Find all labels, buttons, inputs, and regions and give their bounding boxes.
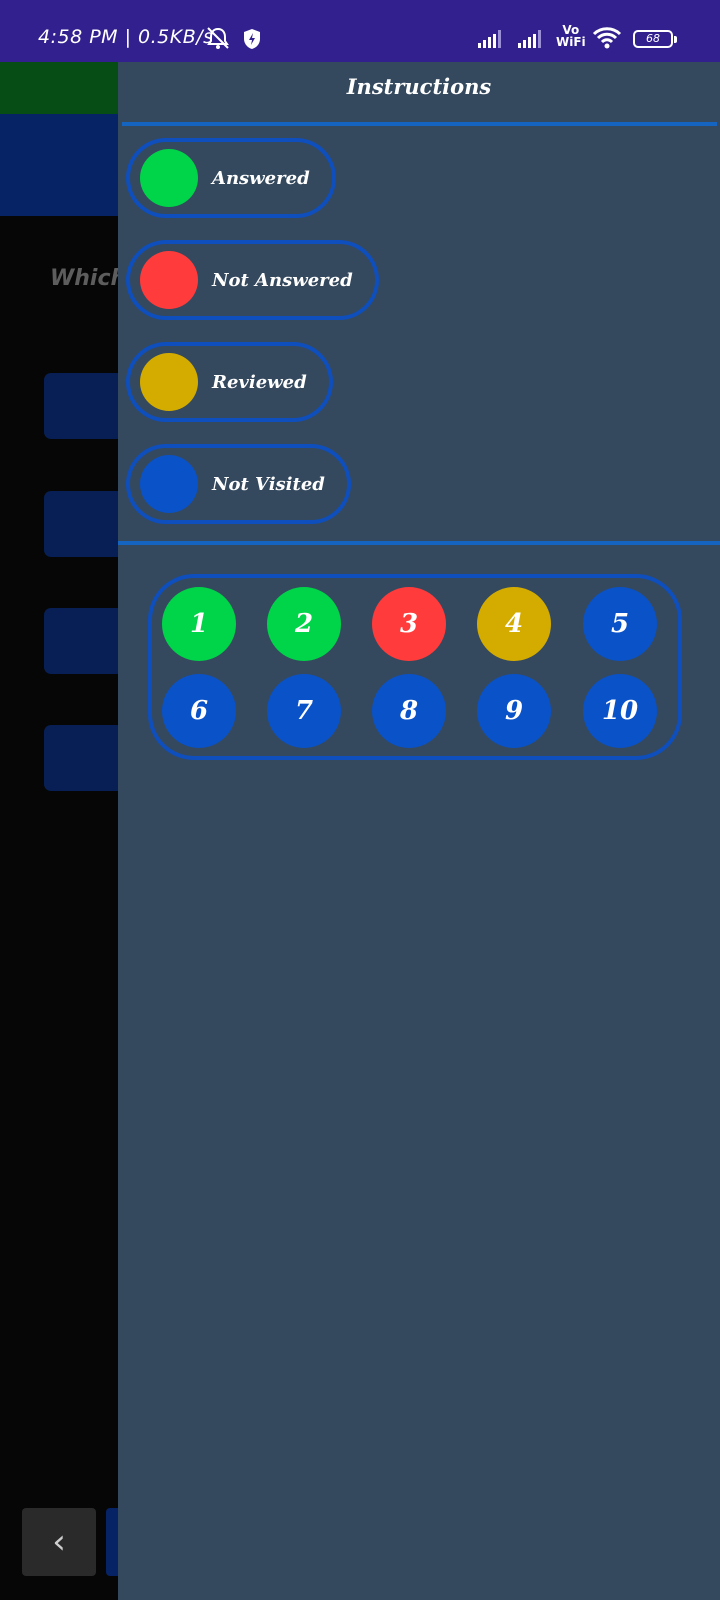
shield-icon	[242, 28, 262, 54]
background-title-bar	[0, 114, 118, 216]
question-button-7[interactable]: 7	[267, 674, 341, 748]
legend-not-answered: Not Answered	[126, 240, 379, 320]
legend-label: Answered	[212, 167, 310, 189]
drawer-title: Instructions	[346, 74, 492, 99]
chevron-left-icon: ‹	[52, 1522, 66, 1562]
title-divider	[122, 122, 717, 126]
background-question-text: Which	[50, 266, 127, 291]
legend-divider	[118, 541, 720, 545]
answered-dot	[140, 149, 198, 207]
legend-label: Reviewed	[212, 371, 307, 393]
background-option-2	[44, 491, 124, 557]
question-button-4[interactable]: 4	[477, 587, 551, 661]
instructions-drawer: Instructions Answered Not Answered Revie…	[118, 62, 720, 1600]
vowifi-icon: Vo WiFi	[556, 23, 586, 49]
question-button-5[interactable]: 5	[583, 587, 657, 661]
signal-1-icon	[478, 28, 501, 48]
background-header-strip	[0, 62, 118, 114]
wifi-icon	[592, 26, 622, 54]
battery-icon: 68	[633, 30, 677, 48]
not-answered-dot	[140, 251, 198, 309]
question-button-10[interactable]: 10	[583, 674, 657, 748]
question-button-8[interactable]: 8	[372, 674, 446, 748]
background-option-3	[44, 608, 124, 674]
question-button-1[interactable]: 1	[162, 587, 236, 661]
legend-label: Not Visited	[212, 473, 325, 495]
legend-label: Not Answered	[212, 269, 353, 291]
signal-2-icon	[518, 28, 541, 48]
legend-answered: Answered	[126, 138, 336, 218]
legend-not-visited: Not Visited	[126, 444, 351, 524]
previous-button: ‹	[22, 1508, 96, 1576]
not-visited-dot	[140, 455, 198, 513]
question-button-2[interactable]: 2	[267, 587, 341, 661]
question-palette: 1 2 3 4 5 6 7 8 9 10	[148, 574, 682, 760]
question-button-3[interactable]: 3	[372, 587, 446, 661]
question-button-9[interactable]: 9	[477, 674, 551, 748]
question-button-6[interactable]: 6	[162, 674, 236, 748]
alarm-off-icon	[205, 26, 231, 54]
background-option-1	[44, 373, 124, 439]
background-option-4	[44, 725, 124, 791]
status-time: 4:58 PM | 0.5KB/s	[38, 26, 214, 48]
legend-reviewed: Reviewed	[126, 342, 333, 422]
status-bar: 4:58 PM | 0.5KB/s Vo WiFi 68	[0, 0, 720, 62]
reviewed-dot	[140, 353, 198, 411]
